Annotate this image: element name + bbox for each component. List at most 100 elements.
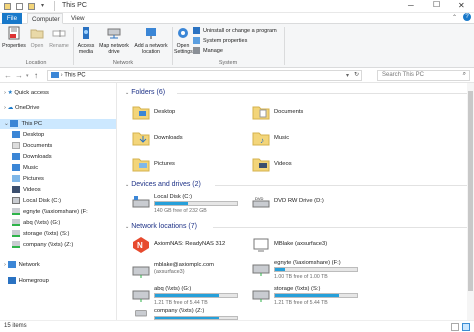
- back-arrow-icon[interactable]: ←: [4, 71, 12, 80]
- sidebar-item-company[interactable]: company (\\xts) (Z:): [12, 240, 73, 250]
- network-storage[interactable]: storage (\\xts) (S:) 1.21 TB free of 5.4…: [252, 285, 364, 309]
- network-drive-icon: [252, 264, 270, 276]
- drive-dvd[interactable]: DVD DVD RW Drive (D:): [252, 193, 362, 217]
- cloud-icon: ☁: [7, 105, 14, 111]
- section-header-network[interactable]: ⌄ Network locations (7): [125, 223, 467, 230]
- open-settings-button[interactable]: Open Settings: [174, 26, 193, 55]
- rename-button[interactable]: Rename: [48, 26, 70, 49]
- network-drive-icon: [135, 310, 147, 317]
- content-pane: ⌄ Folders (6) Desktop Documents Downloads…: [118, 83, 474, 320]
- network-abq[interactable]: abq (\\xts) (G:) 1.21 TB free of 5.44 TB: [132, 285, 244, 309]
- address-input[interactable]: › This PC ▾ ↻: [47, 70, 362, 81]
- desktop-icon: [12, 130, 20, 138]
- sidebar-item-local-disk[interactable]: Local Disk (C:): [12, 196, 61, 206]
- section-header-devices[interactable]: ⌄ Devices and drives (2): [125, 181, 467, 188]
- network-drive-icon: [132, 266, 150, 278]
- folder-pictures[interactable]: Pictures: [132, 155, 242, 175]
- folder-icon: ♪: [252, 132, 270, 146]
- sidebar-item-videos[interactable]: Videos: [12, 185, 41, 195]
- tab-view[interactable]: View: [67, 13, 89, 24]
- system-properties-button[interactable]: System properties: [193, 37, 247, 44]
- collapse-ribbon-icon[interactable]: ⌃: [452, 14, 457, 21]
- network-company[interactable]: company (\\xts) (Z:): [132, 308, 244, 320]
- videos-icon: [12, 185, 20, 193]
- network-egnyte[interactable]: egnyte (\\axiomshare) (F:) 1.00 TB free …: [252, 259, 364, 283]
- folder-icon: [132, 106, 150, 120]
- network-drive-icon: [12, 229, 20, 237]
- folder-music[interactable]: ♪ Music: [252, 129, 362, 149]
- open-button[interactable]: Open: [28, 26, 46, 49]
- folder-desktop[interactable]: Desktop: [132, 103, 242, 123]
- maximize-button[interactable]: ☐: [433, 0, 440, 9]
- forward-arrow-icon[interactable]: →: [15, 71, 23, 80]
- drive-usage-fill: [275, 268, 285, 271]
- tab-computer[interactable]: Computer: [27, 13, 63, 24]
- uninstall-program-button[interactable]: Uninstall or change a program: [193, 27, 277, 34]
- folder-documents[interactable]: Documents: [252, 103, 362, 123]
- properties-quick-icon[interactable]: [16, 3, 23, 10]
- sidebar-item-quick-access[interactable]: › ★ Quick access: [4, 88, 49, 98]
- new-folder-quick-icon[interactable]: [28, 3, 35, 10]
- divider: [284, 27, 285, 65]
- sidebar-item-onedrive[interactable]: › ☁ OneDrive: [4, 103, 39, 113]
- sidebar-item-this-pc[interactable]: ⌄ This PC: [0, 119, 116, 129]
- search-input[interactable]: Search This PC ⌕: [377, 70, 470, 81]
- drive-usage-bar: [274, 267, 358, 272]
- properties-button[interactable]: Properties: [2, 26, 26, 49]
- up-arrow-icon[interactable]: ↑: [34, 71, 38, 80]
- sidebar-item-desktop[interactable]: Desktop: [12, 130, 44, 140]
- drive-usage-bar: [154, 293, 238, 298]
- ribbon: Properties Open Rename Location Access m…: [0, 24, 474, 68]
- collapse-chevron-icon: ⌄: [125, 224, 130, 230]
- scrollbar-thumb[interactable]: [468, 91, 473, 291]
- details-view-icon[interactable]: [451, 323, 459, 331]
- folder-videos[interactable]: Videos: [252, 155, 362, 175]
- search-icon: ⌕: [462, 71, 466, 77]
- sidebar-item-storage[interactable]: storage (\\xts) (S:): [12, 229, 69, 239]
- hard-drive-icon: [132, 196, 150, 208]
- recent-locations-icon[interactable]: ▾: [26, 73, 29, 79]
- open-folder-icon: [30, 29, 44, 39]
- divider: [177, 93, 467, 94]
- tiles-view-icon[interactable]: [462, 323, 470, 331]
- folder-icon: [132, 158, 150, 172]
- drive-usage-bar: [274, 293, 358, 298]
- pictures-icon: [12, 174, 20, 182]
- breadcrumb[interactable]: This PC: [64, 73, 85, 79]
- add-network-location-button[interactable]: Add a network location: [131, 26, 171, 55]
- network-axiomnas[interactable]: N AxiomNAS: ReadyNAS 312: [132, 236, 244, 256]
- sidebar-item-egnyte[interactable]: egnyte (\\axiomshare) (F:: [12, 207, 88, 217]
- sidebar-item-documents[interactable]: Documents: [12, 141, 52, 151]
- network-mblake-email[interactable]: mblake@axiomplc.com (axsurface3): [132, 261, 244, 281]
- refresh-icon[interactable]: ↻: [354, 71, 359, 78]
- access-media-button[interactable]: Access media: [75, 26, 97, 55]
- folder-icon: [4, 3, 11, 10]
- close-button[interactable]: ✕: [458, 1, 465, 10]
- media-icon: [83, 27, 89, 39]
- address-dropdown-icon[interactable]: ▾: [346, 72, 349, 79]
- sidebar-item-pictures[interactable]: Pictures: [12, 174, 44, 184]
- manage-button[interactable]: Manage: [193, 47, 223, 54]
- drive-usage-fill: [275, 294, 339, 297]
- customize-toolbar-icon[interactable]: ▾: [41, 2, 44, 9]
- tab-file[interactable]: File: [2, 13, 22, 24]
- section-header-folders[interactable]: ⌄ Folders (6): [125, 89, 467, 96]
- folder-downloads[interactable]: Downloads: [132, 129, 242, 149]
- navigation-pane: › ★ Quick access › ☁ OneDrive ⌄ This PC …: [0, 83, 117, 320]
- minimize-button[interactable]: ─: [408, 1, 414, 10]
- sidebar-item-downloads[interactable]: Downloads: [12, 152, 52, 162]
- homegroup-icon: [7, 276, 16, 284]
- sidebar-item-abq[interactable]: abq (\\xts) (G:): [12, 218, 60, 228]
- help-icon[interactable]: ?: [463, 13, 471, 21]
- map-network-drive-button[interactable]: Map network drive: [98, 26, 130, 55]
- sidebar-item-network[interactable]: › Network: [4, 260, 40, 270]
- divider: [213, 227, 467, 228]
- window-title: This PC: [62, 2, 87, 9]
- sidebar-item-music[interactable]: Music: [12, 163, 38, 173]
- settings-gear-icon: [178, 28, 188, 38]
- drive-local-disk[interactable]: Local Disk (C:) 140 GB free of 232 GB: [132, 193, 244, 217]
- sidebar-item-homegroup[interactable]: › Homegroup: [4, 276, 49, 286]
- network-mblake[interactable]: MBlake (axsurface3): [252, 236, 362, 256]
- nas-logo-icon: N: [133, 237, 149, 253]
- vertical-scrollbar[interactable]: [467, 83, 474, 320]
